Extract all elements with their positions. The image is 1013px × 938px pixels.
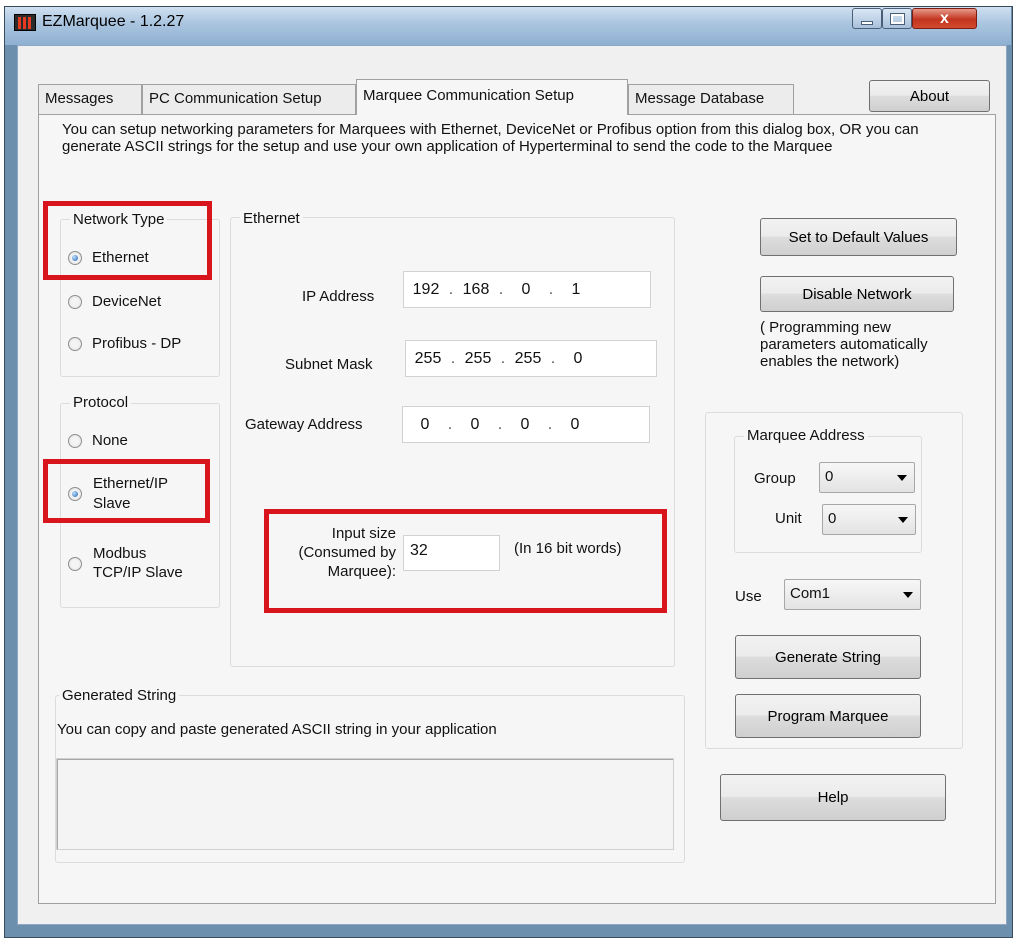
modbus-label-line1: Modbus — [93, 545, 147, 562]
ip-address-label: IP Address — [302, 288, 375, 305]
gateway-octet-2: 0 — [470, 415, 480, 433]
maximize-icon — [889, 12, 905, 25]
highlight-box-input-size — [264, 509, 667, 613]
subnet-octet-2: 255 — [464, 349, 492, 367]
marquee-address-legend: Marquee Address — [744, 427, 868, 444]
unit-label: Unit — [775, 510, 802, 527]
highlight-box-network-type — [43, 201, 212, 280]
network-note: ( Programming new parameters automatical… — [760, 319, 928, 370]
radio-protocol-modbus-label[interactable]: Modbus TCP/IP Slave — [93, 544, 183, 582]
ethernet-legend: Ethernet — [240, 210, 303, 227]
com-port-value: Com1 — [790, 585, 831, 602]
generated-string-legend: Generated String — [59, 687, 180, 704]
chevron-down-icon — [897, 475, 907, 481]
gateway-octet-3: 0 — [520, 415, 530, 433]
chevron-down-icon — [903, 592, 913, 598]
subnet-mask-field[interactable]: 255. 255. 255. 0 — [405, 340, 657, 377]
gateway-octet-1: 0 — [420, 415, 430, 433]
ip-octet-3: 0 — [521, 280, 531, 298]
radio-profibus-dp[interactable] — [68, 337, 82, 351]
marquee-address-group — [734, 436, 922, 553]
ip-octet-1: 192 — [412, 280, 440, 298]
maximize-button[interactable] — [882, 8, 912, 29]
tab-message-database[interactable]: Message Database — [628, 84, 794, 114]
tab-marquee-communication-setup[interactable]: Marquee Communication Setup — [356, 79, 628, 115]
generated-string-textbox[interactable] — [56, 758, 674, 850]
radio-devicenet[interactable] — [68, 295, 82, 309]
group-dropdown[interactable]: 0 — [819, 462, 915, 493]
chevron-down-icon — [898, 517, 908, 523]
minimize-icon — [861, 20, 873, 25]
radio-protocol-none[interactable] — [68, 434, 82, 448]
unit-dropdown[interactable]: 0 — [822, 504, 916, 535]
gateway-address-field[interactable]: 0. 0. 0. 0 — [402, 406, 650, 443]
radio-devicenet-label[interactable]: DeviceNet — [92, 293, 161, 310]
group-value: 0 — [825, 468, 834, 485]
tab-messages[interactable]: Messages — [38, 84, 142, 114]
unit-value: 0 — [828, 510, 837, 527]
subnet-octet-4: 0 — [573, 349, 583, 367]
subnet-octet-3: 255 — [514, 349, 542, 367]
description-text: You can setup networking parameters for … — [62, 121, 919, 155]
radio-protocol-none-label[interactable]: None — [92, 432, 128, 449]
subnet-octet-1: 255 — [414, 349, 442, 367]
minimize-button[interactable] — [852, 8, 882, 29]
subnet-mask-label: Subnet Mask — [285, 356, 373, 373]
close-button[interactable]: x — [912, 8, 977, 29]
window-title: EZMarquee - 1.2.27 — [42, 13, 185, 30]
gateway-address-label: Gateway Address — [245, 416, 363, 433]
modbus-label-line2: TCP/IP Slave — [93, 564, 183, 581]
ip-octet-2: 168 — [462, 280, 490, 298]
help-button[interactable]: Help — [720, 774, 946, 821]
close-icon: x — [940, 9, 949, 27]
protocol-legend: Protocol — [70, 394, 132, 411]
highlight-box-protocol — [43, 459, 210, 523]
com-port-dropdown[interactable]: Com1 — [784, 579, 921, 610]
generate-string-button[interactable]: Generate String — [735, 635, 921, 679]
generated-string-hint: You can copy and paste generated ASCII s… — [57, 721, 497, 738]
radio-profibus-dp-label[interactable]: Profibus - DP — [92, 335, 181, 352]
use-label: Use — [735, 588, 762, 605]
program-marquee-button[interactable]: Program Marquee — [735, 694, 921, 738]
radio-protocol-modbus-tcpip-slave[interactable] — [68, 557, 82, 571]
ip-address-field[interactable]: 192. 168. 0. 1 — [403, 271, 651, 308]
tab-pc-communication-setup[interactable]: PC Communication Setup — [142, 84, 356, 114]
disable-network-button[interactable]: Disable Network — [760, 276, 954, 312]
app-icon — [14, 14, 36, 31]
about-button[interactable]: About — [869, 80, 990, 112]
group-label: Group — [754, 470, 796, 487]
ip-octet-4: 1 — [571, 280, 581, 298]
gateway-octet-4: 0 — [570, 415, 580, 433]
set-default-values-button[interactable]: Set to Default Values — [760, 218, 957, 256]
